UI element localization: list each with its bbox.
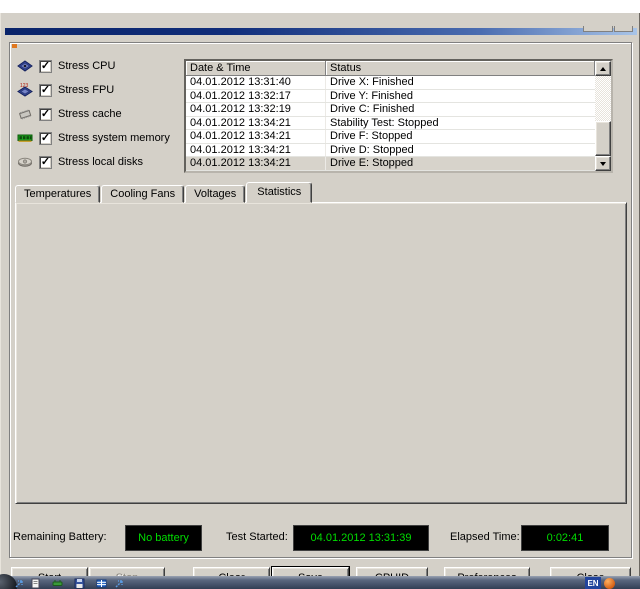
log-row[interactable]: 04.01.2012 13:31:40Drive X: Finished [186, 76, 595, 90]
minimize-button[interactable] [583, 26, 613, 32]
scroll-down-icon[interactable] [595, 156, 611, 171]
tab-panel [15, 202, 627, 504]
stress-option-row: ✓ Stress cache [17, 102, 182, 126]
event-log-header: Date & Time Status [186, 61, 595, 76]
log-datetime-cell: 04.01.2012 13:31:40 [186, 76, 326, 89]
log-row[interactable]: 04.01.2012 13:34:21Drive E: Stopped [186, 157, 595, 171]
log-status-cell: Drive D: Stopped [326, 144, 595, 157]
stress-checkbox[interactable]: ✓ [39, 60, 52, 73]
stress-option-row: 123 ✓ Stress FPU [17, 78, 182, 102]
log-datetime-cell: 04.01.2012 13:34:21 [186, 117, 326, 130]
stress-option-label: Stress CPU [58, 60, 115, 72]
stress-option-label: Stress system memory [58, 132, 170, 144]
log-column-datetime[interactable]: Date & Time [186, 61, 326, 76]
battery-value-display: No battery [125, 525, 202, 551]
elapsed-time-label: Elapsed Time: [450, 531, 520, 543]
log-row[interactable]: 04.01.2012 13:34:21Drive D: Stopped [186, 144, 595, 158]
log-status-cell: Drive X: Finished [326, 76, 595, 89]
test-started-display: 04.01.2012 13:31:39 [293, 525, 429, 551]
disk-icon [17, 155, 35, 170]
stability-test-window: ✓ Stress CPU 123 ✓ Stress FPU ✓ Stress cache ✓ S… [0, 13, 640, 576]
memory-icon [17, 131, 35, 146]
stress-option-label: Stress FPU [58, 84, 114, 96]
stress-checkbox[interactable]: ✓ [39, 108, 52, 121]
tab-cooling-fans[interactable]: Cooling Fans [101, 185, 184, 203]
log-status-cell: Drive E: Stopped [326, 157, 595, 170]
window-titlebar[interactable] [5, 28, 637, 35]
log-scrollbar[interactable] [595, 61, 611, 171]
log-datetime-cell: 04.01.2012 13:34:21 [186, 144, 326, 157]
elapsed-time-display: 0:02:41 [521, 525, 609, 551]
stress-option-row: ✓ Stress local disks [17, 150, 182, 174]
log-row[interactable]: 04.01.2012 13:32:19Drive C: Finished [186, 103, 595, 117]
stress-option-label: Stress cache [58, 108, 122, 120]
event-log-rows: 04.01.2012 13:31:40Drive X: Finished04.0… [186, 76, 595, 171]
language-indicator[interactable]: EN [585, 577, 601, 589]
tab-statistics[interactable]: Statistics [246, 182, 312, 203]
log-datetime-cell: 04.01.2012 13:34:21 [186, 130, 326, 143]
log-status-cell: Stability Test: Stopped [326, 117, 595, 130]
stress-checkbox[interactable]: ✓ [39, 132, 52, 145]
log-status-cell: Drive C: Finished [326, 103, 595, 116]
log-row[interactable]: 04.01.2012 13:34:21Drive F: Stopped [186, 130, 595, 144]
battery-label: Remaining Battery: [13, 531, 107, 543]
log-datetime-cell: 04.01.2012 13:34:21 [186, 157, 326, 170]
cpu-icon [17, 59, 35, 74]
connector-icon[interactable] [52, 578, 63, 589]
log-row[interactable]: 04.01.2012 13:32:17Drive Y: Finished [186, 90, 595, 104]
tab-temperatures[interactable]: Temperatures [15, 185, 100, 203]
document-icon[interactable] [30, 578, 41, 589]
event-log-list: Date & Time Status 04.01.2012 13:31:40Dr… [184, 59, 613, 173]
log-column-status[interactable]: Status [326, 61, 595, 76]
close-window-button[interactable] [614, 26, 633, 32]
fpu-icon: 123 [17, 83, 35, 98]
cache-icon [17, 107, 35, 122]
test-started-label: Test Started: [226, 531, 288, 543]
grid-icon[interactable] [96, 578, 107, 589]
tab-strip: TemperaturesCooling FansVoltagesStatisti… [15, 182, 313, 203]
scrollbar-track[interactable] [595, 76, 611, 156]
log-datetime-cell: 04.01.2012 13:32:19 [186, 103, 326, 116]
scrollbar-thumb[interactable] [595, 121, 611, 156]
tab-voltages[interactable]: Voltages [185, 185, 245, 203]
stress-option-row: ✓ Stress CPU [17, 54, 182, 78]
log-row[interactable]: 04.01.2012 13:34:21Stability Test: Stopp… [186, 117, 595, 131]
stress-option-row: ✓ Stress system memory [17, 126, 182, 150]
stress-checkbox[interactable]: ✓ [39, 84, 52, 97]
stress-options: ✓ Stress CPU 123 ✓ Stress FPU ✓ Stress cache ✓ S… [17, 54, 182, 174]
screen: ✓ Stress CPU 123 ✓ Stress FPU ✓ Stress cache ✓ S… [0, 0, 640, 589]
scroll-up-icon[interactable] [595, 61, 611, 76]
log-status-cell: Drive F: Stopped [326, 130, 595, 143]
arrow-icon[interactable] [14, 578, 25, 589]
stress-checkbox[interactable]: ✓ [39, 156, 52, 169]
arrow-icon[interactable] [114, 578, 125, 589]
stress-option-label: Stress local disks [58, 156, 143, 168]
log-datetime-cell: 04.01.2012 13:32:17 [186, 90, 326, 103]
tray-app-icon[interactable] [604, 578, 615, 589]
log-status-cell: Drive Y: Finished [326, 90, 595, 103]
floppy-icon[interactable] [74, 578, 85, 589]
